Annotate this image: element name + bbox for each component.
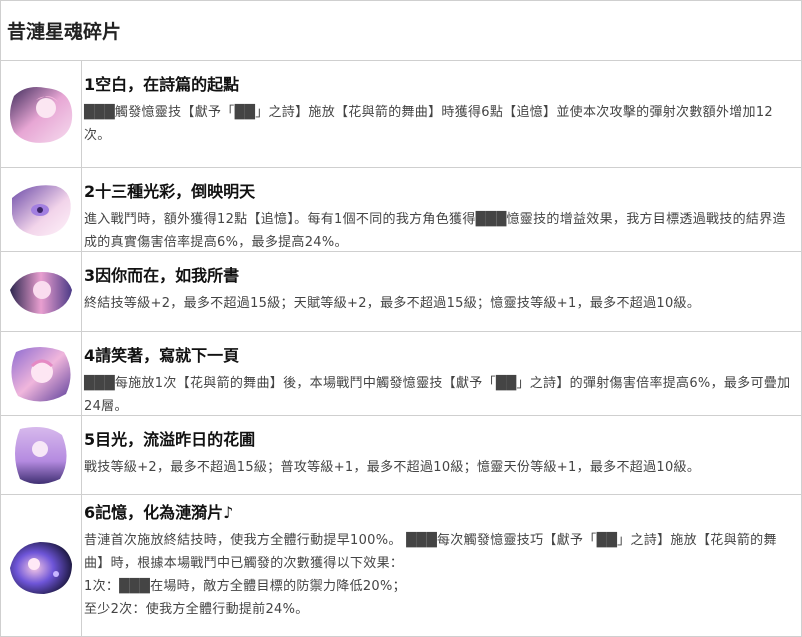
eidolon-title: 1空白，在詩篇的起點 xyxy=(84,75,240,94)
eidolon-row-5: 5目光，流溢昨日的花圃 戰技等級+2，最多不超過15級；普攻等級+1，最多不超過… xyxy=(1,416,801,495)
eidolon-title: 6記憶，化為漣漪片♪ xyxy=(84,503,234,522)
eidolon-table: 昔漣星魂碎片 1空白，在詩篇的起點 ███觸發憶靈技【獻予「██」之詩】施放【花… xyxy=(0,0,802,637)
table-header: 昔漣星魂碎片 xyxy=(1,1,801,61)
description-line: 戰技等級+2，最多不超過15級；普攻等級+1，最多不超過10級；憶靈天份等級+1… xyxy=(84,460,701,475)
eidolon-description: 戰技等級+2，最多不超過15級；普攻等級+1，最多不超過10級；憶靈天份等級+1… xyxy=(84,456,795,479)
eidolon-icon-cell xyxy=(1,416,82,494)
eidolon-icon-cell xyxy=(1,252,82,331)
eidolon-description: 昔漣首次施放終結技時，使我方全體行動提早100%。 ███每次觸發憶靈技巧【獻予… xyxy=(84,529,795,621)
portrait-icon-1 xyxy=(10,87,73,143)
eidolon-row-4: 4請笑著，寫就下一頁 ███每施放1次【花與箭的舞曲】後，本場戰鬥中觸發憶靈技【… xyxy=(1,332,801,416)
description-line: 1次：███在場時，敵方全體目標的防禦力降低20%； xyxy=(84,579,406,594)
description-line: ███觸發憶靈技【獻予「██」之詩】施放【花與箭的舞曲】時獲得6點【追憶】並使本… xyxy=(84,105,774,143)
eidolon-row-6: 6記憶，化為漣漪片♪ 昔漣首次施放終結技時，使我方全體行動提早100%。 ███… xyxy=(1,495,801,636)
portrait-icon-6 xyxy=(10,541,72,594)
portrait-icon-2 xyxy=(12,184,71,236)
portrait-icon-4 xyxy=(11,346,71,402)
description-line: ███每施放1次【花與箭的舞曲】後，本場戰鬥中觸發憶靈技【獻予「██」之詩】的彈… xyxy=(84,376,791,414)
eidolon-icon-cell xyxy=(1,495,82,636)
eidolon-title: 2十三種光彩，倒映明天 xyxy=(84,182,256,201)
eidolon-icon-cell xyxy=(1,168,82,251)
eidolon-icon-cell xyxy=(1,61,82,167)
description-line: 昔漣首次施放終結技時，使我方全體行動提早100%。 ███每次觸發憶靈技巧【獻予… xyxy=(84,533,777,571)
eidolon-title: 4請笑著，寫就下一頁 xyxy=(84,346,240,365)
description-line: 進入戰鬥時，額外獲得12點【追憶】。每有1個不同的我方角色獲得███憶靈技的增益… xyxy=(84,212,786,250)
eidolon-description: 終結技等級+2，最多不超過15級；天賦等級+2，最多不超過15級；憶靈技等級+1… xyxy=(84,292,795,315)
eidolon-icon-cell xyxy=(1,332,82,415)
eidolon-description: 進入戰鬥時，額外獲得12點【追憶】。每有1個不同的我方角色獲得███憶靈技的增益… xyxy=(84,208,795,254)
eidolon-description: ███觸發憶靈技【獻予「██」之詩】施放【花與箭的舞曲】時獲得6點【追憶】並使本… xyxy=(84,101,795,147)
eidolon-description: ███每施放1次【花與箭的舞曲】後，本場戰鬥中觸發憶靈技【獻予「██」之詩】的彈… xyxy=(84,372,795,418)
eidolon-row-3: 3因你而在，如我所書 終結技等級+2，最多不超過15級；天賦等級+2，最多不超過… xyxy=(1,252,801,332)
portrait-icon-5 xyxy=(15,427,67,484)
description-line: 至少2次：使我方全體行動提前24%。 xyxy=(84,602,309,617)
description-line: 終結技等級+2，最多不超過15級；天賦等級+2，最多不超過15級；憶靈技等級+1… xyxy=(84,296,701,311)
page-title: 昔漣星魂碎片 xyxy=(7,21,122,43)
eidolon-row-1: 1空白，在詩篇的起點 ███觸發憶靈技【獻予「██」之詩】施放【花與箭的舞曲】時… xyxy=(1,61,801,168)
eidolon-row-2: 2十三種光彩，倒映明天 進入戰鬥時，額外獲得12點【追憶】。每有1個不同的我方角… xyxy=(1,168,801,252)
eidolon-title: 5目光，流溢昨日的花圃 xyxy=(84,430,256,449)
eidolon-title: 3因你而在，如我所書 xyxy=(84,266,240,285)
portrait-icon-3 xyxy=(10,271,72,314)
